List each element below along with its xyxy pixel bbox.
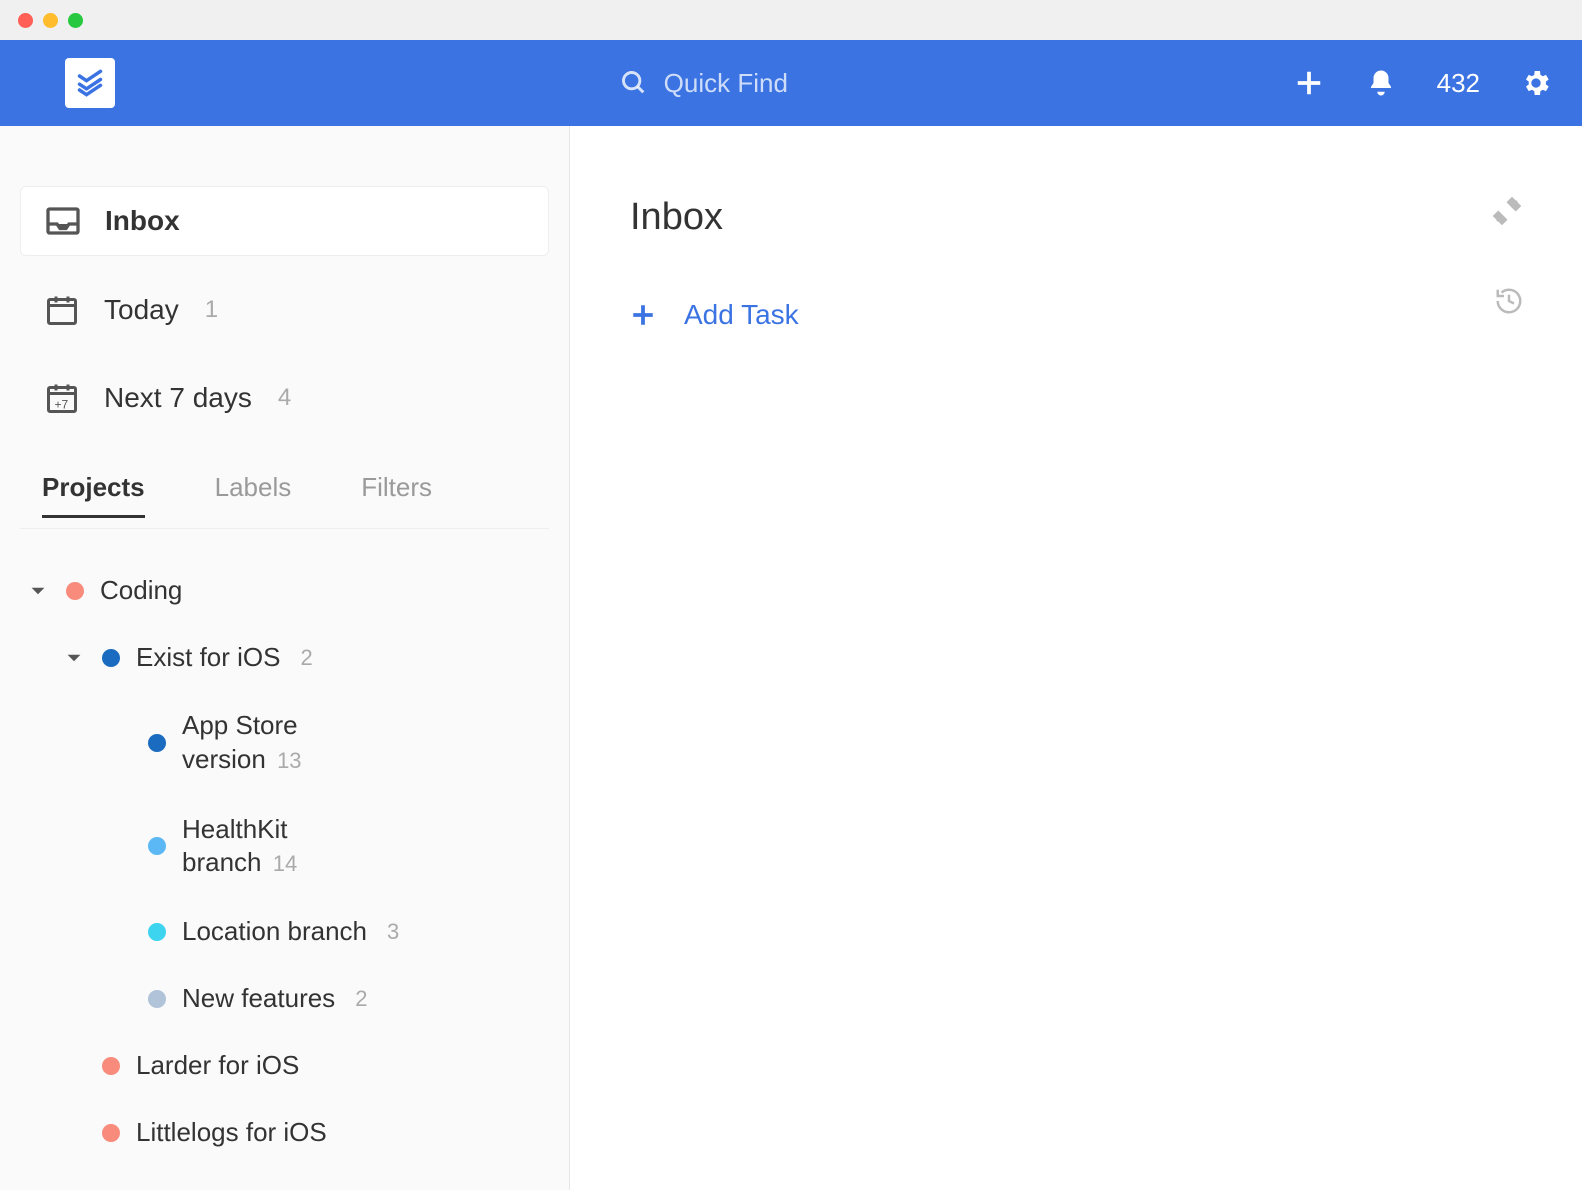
tools-icon[interactable] [1492,196,1522,231]
search-icon [620,69,648,97]
project-count: 13 [277,748,301,773]
project-name-line2: branch [182,847,262,877]
project-name-line1: HealthKit [182,813,297,847]
tab-projects[interactable]: Projects [42,472,145,518]
project-healthkit-branch[interactable]: HealthKit branch 14 [20,803,549,891]
sidebar-item-next7days[interactable]: +7 Next 7 days 4 [20,364,549,432]
tab-filters[interactable]: Filters [361,472,432,518]
content-pane: Inbox Add Task [570,126,1582,1190]
project-name: Coding [100,575,182,606]
project-coding[interactable]: Coding [20,565,549,616]
inbox-icon [43,203,83,239]
app-body: Inbox Today 1 +7 Next 7 days 4 Projects … [0,126,1582,1190]
maximize-window-dot[interactable] [68,13,83,28]
calendar-week-icon: +7 [42,380,82,416]
project-color-dot [148,734,166,752]
project-app-store-version[interactable]: App Store version 13 [20,699,549,787]
history-icon[interactable] [1494,286,1524,321]
sidebar-item-inbox[interactable]: Inbox [20,186,549,256]
project-color-dot [102,1124,120,1142]
tab-labels[interactable]: Labels [215,472,292,518]
sidebar-item-label: Inbox [105,205,180,237]
project-count: 2 [300,645,312,671]
calendar-today-icon [42,292,82,328]
topbar-actions: 432 [1293,67,1552,99]
project-color-dot [66,582,84,600]
add-task-button[interactable]: Add Task [630,299,1522,331]
project-count: 14 [273,851,297,876]
svg-text:+7: +7 [55,398,69,412]
sidebar-item-label: Next 7 days [104,382,252,414]
project-littlelogs-for-ios[interactable]: Littlelogs for iOS [20,1107,549,1158]
search-placeholder: Quick Find [664,68,788,99]
search-input[interactable]: Quick Find [620,68,788,99]
sidebar-tabs: Projects Labels Filters [20,452,549,529]
project-larder-for-ios[interactable]: Larder for iOS [20,1040,549,1091]
project-exist-for-ios[interactable]: Exist for iOS 2 [20,632,549,683]
project-name: Larder for iOS [136,1050,299,1081]
project-color-dot [102,1057,120,1075]
sidebar-item-count: 4 [278,384,291,412]
project-color-dot [102,649,120,667]
sidebar: Inbox Today 1 +7 Next 7 days 4 Projects … [0,126,570,1190]
plus-icon [630,302,656,328]
project-name: Location branch [182,916,367,947]
project-name-line2: version [182,744,266,774]
page-title: Inbox [630,196,1522,239]
app-logo[interactable] [65,58,115,108]
topbar: Quick Find 432 [0,40,1582,126]
window-titlebar [0,0,1582,40]
project-color-dot [148,837,166,855]
project-name: Littlelogs for iOS [136,1117,327,1148]
chevron-down-icon[interactable] [30,575,50,606]
chevron-down-icon[interactable] [66,642,86,673]
minimize-window-dot[interactable] [43,13,58,28]
project-count: 3 [387,919,399,945]
add-task-label: Add Task [684,299,799,331]
project-name: New features [182,983,335,1014]
project-new-features[interactable]: New features 2 [20,973,549,1024]
sidebar-item-today[interactable]: Today 1 [20,276,549,344]
project-location-branch[interactable]: Location branch 3 [20,906,549,957]
project-count: 2 [355,986,367,1012]
notification-bell-icon[interactable] [1365,67,1397,99]
project-color-dot [148,990,166,1008]
add-button[interactable] [1293,67,1325,99]
project-color-dot [148,923,166,941]
notification-count[interactable]: 432 [1437,68,1480,99]
search-wrap: Quick Find [115,68,1293,99]
sidebar-item-count: 1 [205,296,218,324]
project-name: Exist for iOS [136,642,280,673]
close-window-dot[interactable] [18,13,33,28]
project-name-line1: App Store [182,709,302,743]
sidebar-item-label: Today [104,294,179,326]
settings-gear-icon[interactable] [1520,67,1552,99]
